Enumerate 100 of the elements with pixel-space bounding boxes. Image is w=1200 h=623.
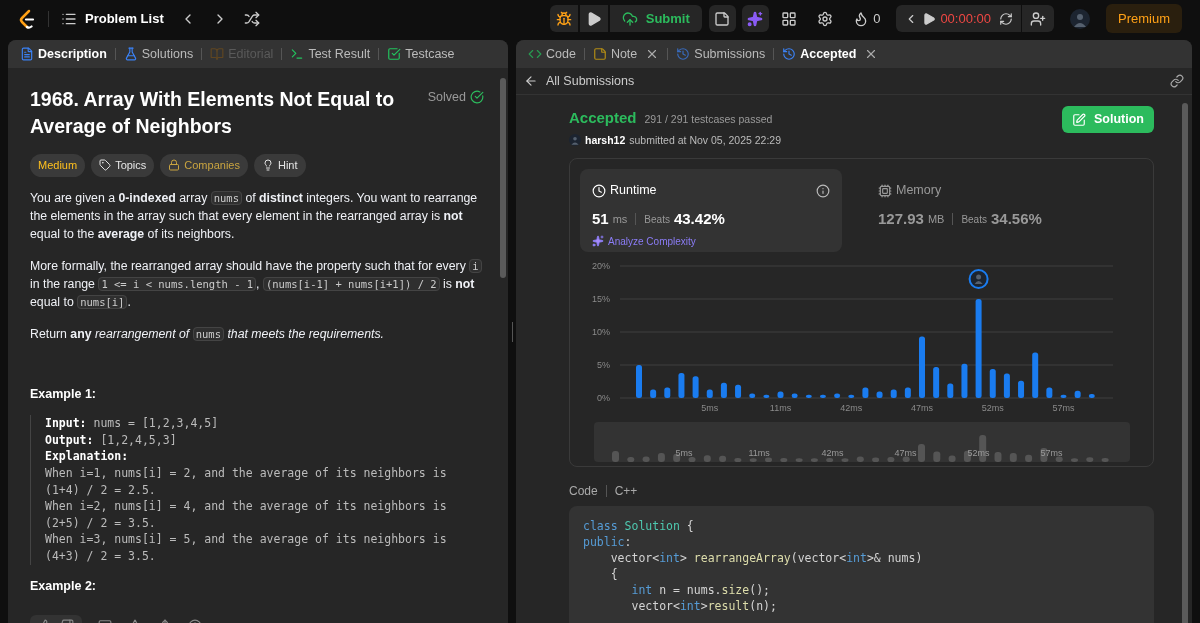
example-line: When i=1, nums[i] = 2, and the average of its neighbors is (1+4) / 2 = 2.5. bbox=[45, 465, 448, 499]
run-button[interactable] bbox=[579, 5, 608, 32]
axis-label: 52ms bbox=[981, 403, 1004, 414]
play-icon[interactable] bbox=[922, 11, 937, 26]
axis-label: 47ms bbox=[911, 403, 933, 414]
avatar-icon bbox=[1070, 8, 1090, 29]
info-icon[interactable] bbox=[816, 183, 830, 198]
axis-label: 11ms bbox=[769, 403, 792, 414]
axis-label: 11ms bbox=[748, 446, 770, 460]
tag-button[interactable]: Companies bbox=[160, 154, 248, 177]
chart-bar bbox=[947, 383, 954, 399]
tag-button[interactable]: Hint bbox=[253, 154, 306, 177]
history-icon bbox=[782, 47, 797, 61]
analyze-complexity-link[interactable]: Analyze Complexity bbox=[592, 233, 696, 249]
code-line: class Solution { bbox=[583, 518, 695, 535]
back-arrow-icon bbox=[524, 74, 538, 88]
problem-list-button[interactable]: Problem List bbox=[61, 8, 164, 29]
beats-value: 34.56% bbox=[990, 209, 1042, 229]
avatar-icon bbox=[569, 134, 581, 147]
axis-label: 47ms bbox=[894, 446, 917, 460]
edit-icon bbox=[1072, 112, 1086, 127]
testcases-passed: 291 / 291 testcases passed bbox=[644, 112, 773, 127]
chart-bar bbox=[720, 383, 727, 399]
stat-card[interactable]: Memory 127.93 MB Beats 34.56% bbox=[866, 169, 1128, 253]
tab[interactable]: Note bbox=[592, 44, 638, 64]
tab[interactable]: Test Result bbox=[290, 44, 371, 64]
tab[interactable]: Submissions bbox=[676, 44, 766, 64]
paragraph: Return any rearrangement of nums that meets the requirements. bbox=[30, 325, 385, 343]
sparkles-icon bbox=[747, 10, 764, 27]
submit-button[interactable]: Submit bbox=[609, 5, 702, 32]
tag-button[interactable]: Topics bbox=[91, 154, 155, 177]
shuffle-icon[interactable] bbox=[243, 10, 260, 27]
code-line: int n = nums.size(); bbox=[630, 582, 771, 599]
settings-icon[interactable] bbox=[817, 10, 834, 27]
chart-bar bbox=[1018, 381, 1025, 399]
axis-label: 15% bbox=[592, 294, 610, 305]
terminal-icon bbox=[290, 47, 305, 61]
stat-value: 127.93 bbox=[878, 209, 924, 229]
axis-label: 57ms bbox=[1040, 446, 1063, 460]
chart-bar bbox=[876, 391, 883, 399]
history-icon bbox=[676, 47, 691, 61]
debug-button[interactable] bbox=[549, 5, 578, 32]
stat-card[interactable]: Runtime 51 ms Beats 43.42% Analyze Complexity bbox=[580, 169, 842, 253]
range-navigator[interactable]: 5ms 11ms 42ms 47ms 52ms 57ms bbox=[593, 422, 1130, 463]
all-submissions-link[interactable]: All Submissions bbox=[524, 71, 635, 91]
difficulty-tag[interactable]: Medium bbox=[30, 154, 86, 177]
tab[interactable]: Description bbox=[20, 44, 107, 64]
stat-label: Runtime bbox=[592, 181, 657, 200]
add-user-icon[interactable] bbox=[1030, 10, 1046, 27]
chart-bar bbox=[749, 393, 756, 399]
stat-label: Memory bbox=[878, 181, 942, 200]
link-icon[interactable] bbox=[1170, 74, 1184, 88]
grid-icon[interactable] bbox=[781, 10, 798, 27]
chart-bar bbox=[933, 367, 940, 399]
chart-bar bbox=[791, 393, 798, 399]
stat-unit: MB bbox=[927, 212, 945, 227]
beats-label: Beats bbox=[961, 212, 987, 227]
example-line: Explanation: bbox=[45, 448, 130, 466]
axis-label: 5ms bbox=[675, 446, 693, 460]
beats-value: 43.42% bbox=[673, 209, 725, 229]
note-button[interactable] bbox=[708, 5, 736, 32]
tab[interactable]: Code bbox=[528, 44, 576, 64]
code-icon bbox=[528, 47, 542, 61]
check-circle-icon bbox=[470, 90, 484, 105]
axis-label: 0% bbox=[597, 393, 610, 404]
note-icon bbox=[592, 47, 607, 61]
tab[interactable]: Testcase bbox=[387, 44, 455, 64]
chart-bar bbox=[805, 394, 812, 399]
bug-icon bbox=[555, 10, 572, 27]
tab[interactable]: Accepted bbox=[782, 44, 857, 64]
username: harsh12 bbox=[585, 132, 626, 148]
submission-status: Accepted bbox=[569, 108, 637, 128]
premium-button[interactable]: Premium bbox=[1106, 3, 1182, 34]
problem-title: 1968. Array With Elements Not Equal to Average of Neighbors bbox=[30, 87, 396, 139]
chart-bar bbox=[735, 385, 742, 399]
ai-button[interactable] bbox=[741, 5, 769, 32]
chart-bar bbox=[989, 369, 996, 399]
axis-label: 42ms bbox=[821, 446, 844, 460]
example-heading: Example 2: bbox=[30, 577, 97, 595]
beats-label: Beats bbox=[644, 212, 670, 227]
avatar-icon bbox=[968, 269, 989, 290]
streak-button[interactable]: 0 bbox=[853, 8, 881, 29]
chart-bar bbox=[890, 389, 897, 399]
axis-label: 42ms bbox=[840, 403, 863, 414]
chart-bar bbox=[862, 387, 869, 399]
tab[interactable]: Solutions bbox=[123, 44, 194, 64]
chart-bar bbox=[1074, 391, 1081, 399]
chart-bar bbox=[1003, 373, 1010, 399]
example-line: Output: [1,2,4,5,3] bbox=[45, 431, 178, 449]
logo-icon[interactable] bbox=[18, 8, 36, 29]
code-line: vector<int>result(n); bbox=[630, 598, 778, 615]
reset-icon[interactable] bbox=[999, 11, 1013, 26]
axis-label: 5ms bbox=[701, 403, 719, 414]
chart-bar bbox=[961, 363, 968, 399]
chart-bar bbox=[636, 365, 642, 399]
submitted-time: submitted at Nov 05, 2025 22:29 bbox=[629, 132, 782, 148]
sparkles-icon bbox=[592, 235, 604, 247]
code-label: Code bbox=[569, 483, 598, 501]
chart-bar bbox=[777, 391, 784, 399]
chart-bar bbox=[664, 387, 671, 399]
